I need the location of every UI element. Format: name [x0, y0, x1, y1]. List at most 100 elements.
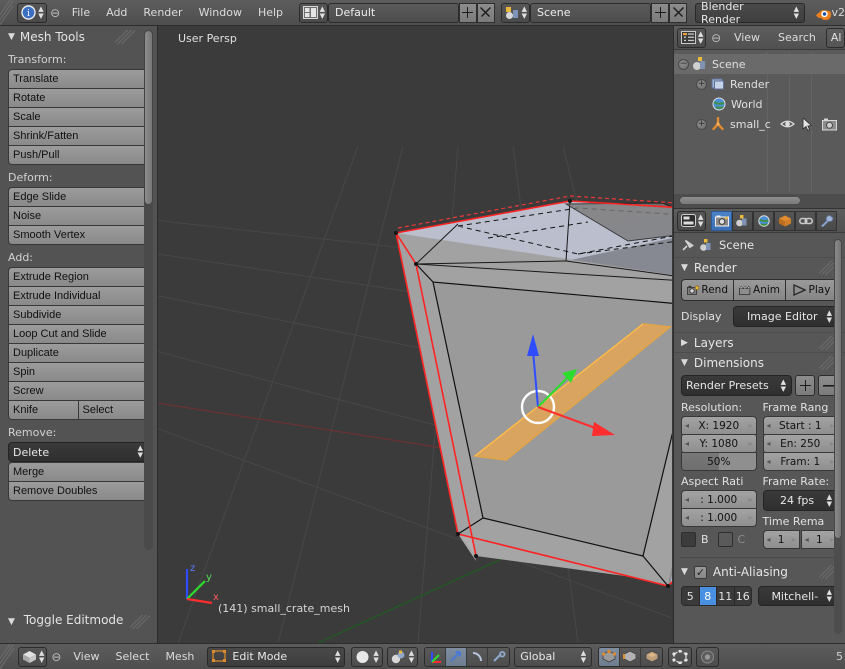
- tool-edge-slide[interactable]: Edge Slide: [8, 187, 149, 207]
- tool-duplicate[interactable]: Duplicate: [8, 343, 149, 363]
- time-remap-old-field[interactable]: ◂ 1 ▸: [762, 530, 800, 549]
- delete-scene-button[interactable]: [669, 2, 688, 23]
- selectability-cursor-icon[interactable]: [802, 117, 813, 131]
- menu-help[interactable]: Help: [250, 3, 291, 23]
- footer-editor-type-selector[interactable]: ▲ ▼: [18, 646, 48, 667]
- outliner-editor-type-selector[interactable]: ▲ ▼: [677, 27, 707, 48]
- aspect-x-right-arrow-icon[interactable]: ▸: [748, 495, 752, 504]
- render-animation-button[interactable]: Anim: [733, 279, 786, 301]
- properties-editor-type-selector[interactable]: ▲ ▼: [677, 210, 707, 231]
- res-x-right-arrow-icon[interactable]: ▸: [748, 421, 752, 430]
- tool-translate[interactable]: Translate: [8, 69, 149, 89]
- remap-old-left-arrow-icon[interactable]: ◂: [767, 535, 771, 544]
- outliner-menu-search[interactable]: Search: [770, 28, 824, 48]
- res-x-left-arrow-icon[interactable]: ◂: [685, 421, 689, 430]
- frame-start-field[interactable]: ◂ Start : 1 ▸: [762, 416, 838, 435]
- tool-extrude-individual[interactable]: Extrude Individual: [8, 286, 149, 306]
- add-preset-button[interactable]: [795, 375, 815, 396]
- screen-layout-icon-button[interactable]: ▲ ▼: [298, 2, 328, 23]
- aspect-x-field[interactable]: ◂ : 1.000 ▸: [681, 490, 757, 509]
- aspect-x-left-arrow-icon[interactable]: ◂: [685, 495, 689, 504]
- outliner-row-render[interactable]: + Render: [674, 74, 845, 94]
- scene-expander-icon[interactable]: −: [678, 58, 689, 70]
- tool-noise[interactable]: Noise: [8, 206, 149, 226]
- object-expander-icon[interactable]: +: [696, 118, 707, 130]
- occlude-geometry-toggle[interactable]: [668, 646, 693, 667]
- render-engine-selector[interactable]: Blender Render ▲ ▼: [695, 0, 806, 26]
- play-animation-button[interactable]: Play: [785, 279, 838, 301]
- frame-step-field[interactable]: ◂ Fram: 1 ▸: [762, 452, 838, 471]
- proportional-editing-selector[interactable]: [696, 646, 720, 667]
- footer-collapse-menu-icon[interactable]: ⊖: [47, 650, 65, 664]
- transform-orientation-selector[interactable]: Global ▲ ▼: [514, 646, 593, 667]
- render-presets-dropdown[interactable]: Render Presets ▲ ▼: [681, 375, 792, 396]
- frame-step-left-arrow-icon[interactable]: ◂: [767, 457, 771, 466]
- add-scene-button[interactable]: [651, 2, 670, 23]
- aa-sample-8[interactable]: 8: [699, 587, 717, 605]
- face-select-icon[interactable]: [641, 647, 663, 666]
- section-antialiasing[interactable]: ▼ ✓ Anti-Aliasing: [674, 562, 845, 582]
- delete-screen-layout-button[interactable]: [476, 2, 495, 23]
- viewport-canvas[interactable]: [158, 26, 672, 643]
- tool-scale[interactable]: Scale: [8, 107, 149, 127]
- res-y-right-arrow-icon[interactable]: ▸: [748, 439, 752, 448]
- aspect-y-left-arrow-icon[interactable]: ◂: [685, 513, 689, 522]
- resolution-y-field[interactable]: ◂ Y: 1080 ▸: [681, 434, 757, 453]
- tool-select[interactable]: Select: [77, 400, 148, 420]
- frame-end-left-arrow-icon[interactable]: ◂: [767, 439, 771, 448]
- remap-old-right-arrow-icon[interactable]: ▸: [792, 535, 796, 544]
- antialiasing-checkbox[interactable]: ✓: [693, 565, 707, 579]
- scene-name-field[interactable]: Scene: [530, 2, 652, 23]
- editor-type-selector[interactable]: i ▲ ▼: [17, 2, 47, 23]
- remap-new-left-arrow-icon[interactable]: ◂: [805, 535, 809, 544]
- tab-modifiers[interactable]: [816, 210, 838, 231]
- tool-merge[interactable]: Merge: [8, 462, 149, 482]
- tool-screw[interactable]: Screw: [8, 381, 149, 401]
- section-render[interactable]: ▼ Render: [674, 257, 845, 277]
- tab-render[interactable]: [711, 210, 733, 231]
- outliner-scroll-thumb[interactable]: [679, 196, 801, 205]
- menu-window[interactable]: Window: [191, 3, 250, 23]
- aa-filter-dropdown[interactable]: Mitchell- ▲ ▼: [758, 586, 838, 606]
- tool-shelf-scroll-thumb[interactable]: [144, 30, 153, 205]
- interaction-mode-selector[interactable]: Edit Mode ▲ ▼: [207, 646, 346, 667]
- footer-menu-select[interactable]: Select: [108, 647, 158, 667]
- aa-sample-16[interactable]: 16: [735, 587, 752, 605]
- renderability-camera-icon[interactable]: [822, 118, 837, 131]
- toggle-editmode-panel-header[interactable]: ▼ Toggle Editmode: [0, 609, 157, 631]
- footer-menu-view[interactable]: View: [65, 647, 107, 667]
- outliner-row-object[interactable]: + small_c: [674, 114, 845, 134]
- render-image-button[interactable]: Rend: [681, 279, 734, 301]
- frame-start-left-arrow-icon[interactable]: ◂: [767, 421, 771, 430]
- tab-world[interactable]: [753, 210, 775, 231]
- menu-render[interactable]: Render: [135, 3, 190, 23]
- aspect-y-right-arrow-icon[interactable]: ▸: [748, 513, 752, 522]
- frame-end-field[interactable]: ◂ En: 250 ▸: [762, 434, 838, 453]
- outliner-filter-dropdown[interactable]: Al: [825, 27, 845, 48]
- properties-scroll-thumb[interactable]: [834, 239, 842, 539]
- tool-shelf-scrollbar[interactable]: [144, 30, 153, 550]
- scene-icon-button[interactable]: ▲ ▼: [500, 2, 530, 23]
- tool-shrink-fatten[interactable]: Shrink/Fatten: [8, 126, 149, 146]
- resolution-x-field[interactable]: ◂ X: 1920 ▸: [681, 416, 757, 435]
- tab-object[interactable]: [774, 210, 796, 231]
- frame-rate-dropdown[interactable]: 24 fps ▲ ▼: [762, 490, 838, 511]
- footer-menu-mesh[interactable]: Mesh: [157, 647, 202, 667]
- 3d-viewport[interactable]: User Persp (141) small_crate_mesh z y x: [158, 26, 672, 643]
- tool-loop-cut-and-slide[interactable]: Loop Cut and Slide: [8, 324, 149, 344]
- tool-rotate[interactable]: Rotate: [8, 88, 149, 108]
- outliner-horizontal-scrollbar[interactable]: [674, 194, 845, 208]
- manipulator-toggle-icon[interactable]: [425, 647, 447, 666]
- vertex-select-icon[interactable]: [599, 647, 621, 666]
- outliner-collapse-menu-icon[interactable]: ⊖: [708, 31, 724, 45]
- aa-sample-11[interactable]: 11: [717, 587, 735, 605]
- edge-select-icon[interactable]: [620, 647, 642, 666]
- tool-knife[interactable]: Knife: [8, 400, 79, 420]
- collapse-menu-icon[interactable]: ⊖: [47, 6, 64, 20]
- properties-scrollbar[interactable]: [834, 239, 842, 634]
- section-layers[interactable]: ▶ Layers: [674, 332, 845, 352]
- menu-file[interactable]: File: [64, 3, 98, 23]
- tab-constraints[interactable]: [795, 210, 817, 231]
- mesh-tools-panel-header[interactable]: ▼ Mesh Tools: [0, 26, 157, 47]
- tool-subdivide[interactable]: Subdivide: [8, 305, 149, 325]
